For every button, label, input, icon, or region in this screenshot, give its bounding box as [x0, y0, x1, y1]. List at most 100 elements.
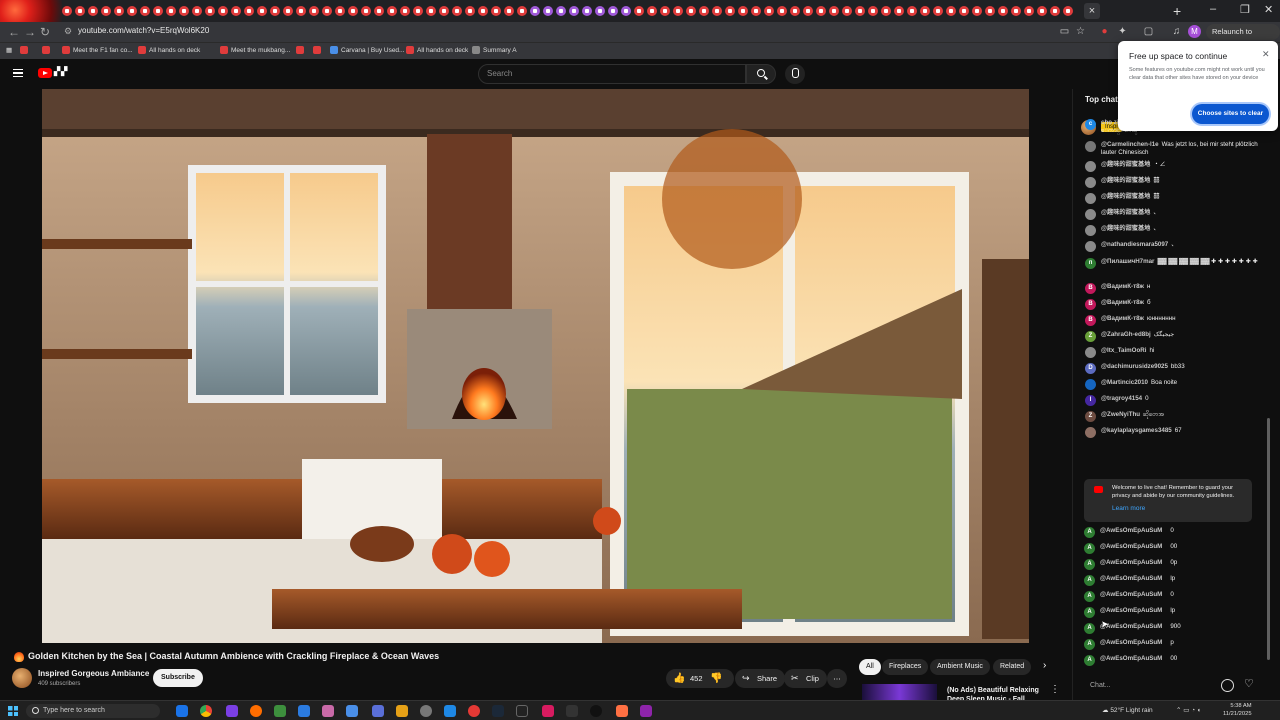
tab-favicon-icon[interactable] [452, 6, 462, 16]
chat-message[interactable]: A @AwEsOmEpAuSuM p [1084, 639, 1264, 650]
chat-author[interactable]: @AwEsOmEpAuSuM [1100, 655, 1162, 666]
chat-message[interactable]: п @ПилашичН7mar ▓▓ ▓▓ ▓▓ ▓▓ ▓▓ ✚ ✚ ✚ ✚ ✚ ✚… [1085, 258, 1265, 269]
edge-icon[interactable] [176, 705, 188, 717]
chat-avatar[interactable]: B [1085, 283, 1096, 294]
tab-favicon-icon[interactable] [465, 6, 475, 16]
tab-favicon-icon[interactable] [335, 6, 345, 16]
bookmark-item-summary[interactable]: Summary A [472, 46, 517, 54]
chat-author[interactable]: @ZweNyiThu [1101, 411, 1140, 418]
search-input[interactable]: Search [478, 64, 746, 84]
tab-favicon-icon[interactable] [595, 6, 605, 16]
chat-author[interactable]: @dachimurusidze9025 [1101, 363, 1168, 370]
tab-favicon-icon[interactable] [127, 6, 137, 16]
tab-favicon-icon[interactable] [309, 6, 319, 16]
tab-favicon-icon[interactable] [400, 6, 410, 16]
tab-favicon-icon[interactable] [114, 6, 124, 16]
tab-favicon-icon[interactable] [920, 6, 930, 16]
bookmark-icon[interactable] [313, 46, 321, 54]
chat-author[interactable]: @AwEsOmEpAuSuM [1100, 559, 1162, 570]
new-tab-icon[interactable]: + [1173, 3, 1181, 19]
tab-favicon-icon[interactable] [790, 6, 800, 16]
profile-avatar[interactable]: M [1188, 25, 1201, 38]
chat-author[interactable]: @nathandiesmara5097 [1101, 241, 1168, 248]
chat-avatar[interactable]: c [1085, 119, 1096, 130]
tab-favicon-icon[interactable] [855, 6, 865, 16]
chat-message[interactable]: A @AwEsOmEpAuSuM 0p [1084, 559, 1264, 570]
share-button[interactable]: ↪ Share [735, 669, 786, 688]
chat-author[interactable]: @AwEsOmEpAuSuM [1100, 623, 1162, 634]
tab-favicon-icon[interactable] [283, 6, 293, 16]
chat-author[interactable]: @趣味的甜蜜基地 [1101, 193, 1150, 200]
chat-avatar[interactable]: A [1084, 591, 1095, 602]
chat-avatar[interactable]: A [1084, 543, 1095, 554]
app-icon[interactable] [542, 705, 554, 717]
chat-message[interactable]: B @ВадимК-т8ж н [1085, 283, 1265, 294]
close-tab-icon[interactable]: × [1084, 3, 1100, 19]
chat-message[interactable]: @Carmelinchen-l1e Was jetzt los, bei mir … [1085, 141, 1265, 157]
subscribe-button[interactable]: Subscribe [153, 669, 203, 687]
tab-favicon-icon[interactable] [634, 6, 644, 16]
chat-author[interactable]: @ПилашичН7mar [1101, 258, 1154, 265]
chat-avatar[interactable] [1085, 193, 1096, 204]
chat-author[interactable]: @趣味的甜蜜基地 [1101, 177, 1150, 184]
chat-message[interactable]: Z @ZweNyiThu ဆိုတေအ [1085, 411, 1265, 422]
tab-favicon-icon[interactable] [244, 6, 254, 16]
chat-message[interactable]: @趣味的甜蜜基地、 [1085, 225, 1265, 236]
chat-author[interactable]: @Carmelinchen-l1e [1101, 141, 1159, 148]
app-icon[interactable] [226, 705, 238, 717]
chat-author[interactable]: @tragroy4154 [1101, 395, 1142, 402]
chat-author[interactable]: @ВадимК-т8ж [1101, 315, 1144, 322]
chat-input[interactable]: Chat... [1084, 678, 1214, 694]
filter-chip-fireplaces[interactable]: Fireplaces [882, 659, 929, 675]
tab-favicon-icon[interactable] [192, 6, 202, 16]
chat-message[interactable]: @趣味的甜蜜基地 ・∠ [1085, 161, 1265, 172]
tab-favicon-icon[interactable] [179, 6, 189, 16]
apps-icon[interactable]: ▦ [6, 46, 12, 54]
close-window-icon[interactable]: ✕ [1264, 3, 1273, 16]
chat-author[interactable]: @AwEsOmEpAuSuM [1100, 527, 1162, 538]
maximize-icon[interactable]: ❐ [1240, 3, 1250, 16]
chat-author[interactable]: @AwEsOmEpAuSuM [1100, 543, 1162, 554]
chat-avatar[interactable] [1085, 347, 1096, 358]
tab-favicon-icon[interactable] [972, 6, 982, 16]
tab-favicon-icon[interactable] [205, 6, 215, 16]
voice-search-icon[interactable] [785, 64, 805, 84]
youtube-logo[interactable] [38, 68, 52, 78]
tab-favicon-icon[interactable] [270, 6, 280, 16]
chat-avatar[interactable]: Z [1085, 411, 1096, 422]
app-icon[interactable] [590, 705, 602, 717]
chat-message[interactable]: @趣味的甜蜜基地囍 [1085, 193, 1265, 204]
tab-favicon-icon[interactable] [101, 6, 111, 16]
chat-message[interactable]: @趣味的甜蜜基地、 [1085, 209, 1265, 220]
tab-favicon-icon[interactable] [140, 6, 150, 16]
chat-message[interactable]: A @AwEsOmEpAuSuM 900 [1084, 623, 1264, 634]
active-tab[interactable] [0, 0, 62, 22]
tab-favicon-icon[interactable] [608, 6, 618, 16]
tab-favicon-icon[interactable] [1050, 6, 1060, 16]
chat-message[interactable]: I @tragroy4154 0 [1085, 395, 1265, 406]
chat-message[interactable]: @Martincic2010 Boa noite [1085, 379, 1265, 390]
tab-favicon-icon[interactable] [439, 6, 449, 16]
app-icon[interactable] [566, 705, 578, 717]
file-explorer-icon[interactable] [396, 705, 408, 717]
chat-author[interactable]: @AwEsOmEpAuSuM [1100, 607, 1162, 618]
settings-icon[interactable] [420, 705, 432, 717]
bookmark-star-icon[interactable]: ☆ [1074, 25, 1087, 38]
chat-message[interactable]: @Itx_TaimOoRi hi [1085, 347, 1265, 358]
emoji-icon[interactable] [1221, 679, 1234, 692]
chat-avatar[interactable] [1085, 141, 1096, 152]
bookmark-item-f1[interactable]: Meet the F1 fan co... [62, 46, 133, 54]
chat-message[interactable]: A @AwEsOmEpAuSuM lp [1084, 575, 1264, 586]
tab-favicon-icon[interactable] [868, 6, 878, 16]
chat-avatar[interactable] [1085, 379, 1096, 390]
app-icon[interactable] [640, 705, 652, 717]
chat-avatar[interactable] [1085, 161, 1096, 172]
chat-message[interactable]: @kaylaplaysgames3485 67 [1085, 427, 1265, 438]
url-field[interactable]: youtube.com/watch?v=E5rqWol6K20 [78, 26, 209, 35]
extension-icon[interactable]: ● [1098, 25, 1111, 38]
chat-avatar[interactable]: B [1085, 299, 1096, 310]
tab-favicon-icon[interactable] [686, 6, 696, 16]
thumbs-down-icon[interactable]: 👎 [710, 669, 722, 688]
channel-name[interactable]: Inspired Gorgeous Ambiance [38, 669, 149, 678]
relaunch-button[interactable]: Relaunch to update [1206, 24, 1280, 52]
